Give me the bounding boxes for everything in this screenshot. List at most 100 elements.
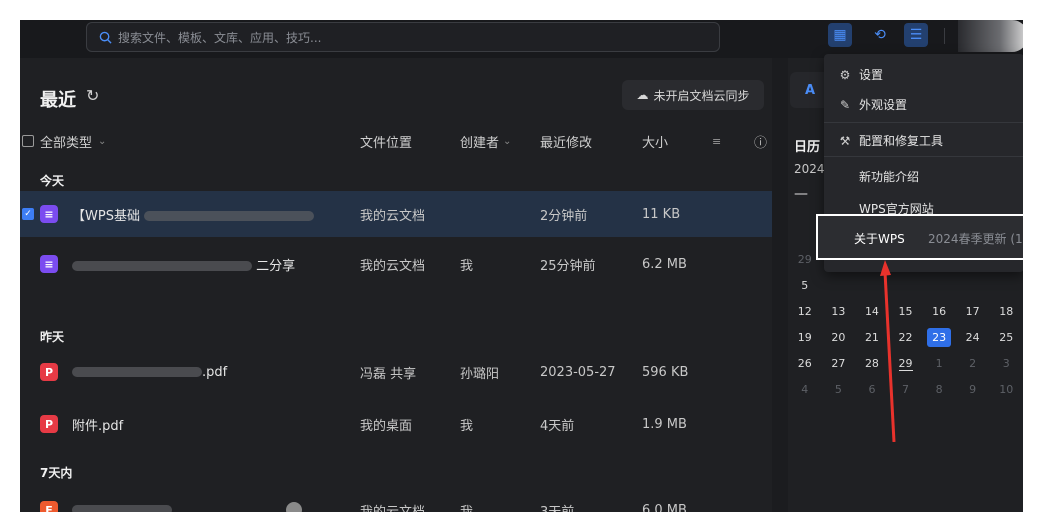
sort-icon[interactable]: ≡ <box>712 130 721 152</box>
menu-item-label: 配置和修复工具 <box>859 134 944 148</box>
calendar-day[interactable]: 25 <box>989 331 1023 344</box>
file-name <box>72 503 172 512</box>
refresh-icon[interactable]: ↻ <box>86 86 99 105</box>
file-name: .pdf <box>72 365 227 380</box>
apps-grid-icon[interactable]: ▦ <box>828 23 852 47</box>
type-filter[interactable]: 全部类型 ⌄ <box>22 130 106 152</box>
info-icon[interactable]: ⓘ <box>754 130 767 152</box>
menu-item-about[interactable]: 关于WPS 2024春季更新 (1638 <box>816 214 1023 260</box>
calendar-day[interactable]: 23 <box>922 327 956 347</box>
pdf-icon: P <box>40 415 58 433</box>
calendar-day[interactable]: 5 <box>822 383 856 396</box>
file-modified: 3天前 <box>540 504 575 513</box>
calendar-day[interactable]: 19 <box>788 331 822 344</box>
calendar-week-row: 12 13 14 15 16 17 18 <box>788 298 1023 324</box>
brush-icon: ✎ <box>839 97 851 112</box>
menu-item-label: 外观设置 <box>859 98 908 112</box>
gear-icon: ⚙ <box>839 67 851 82</box>
file-creator: 我 <box>460 418 474 434</box>
calendar-day[interactable]: 27 <box>822 357 856 370</box>
calendar-week-row: 5 <box>788 272 1023 298</box>
file-creator: 我 <box>460 258 474 274</box>
annotation-arrow-icon <box>880 260 896 442</box>
calendar-day[interactable]: 17 <box>956 305 990 318</box>
file-modified: 2023-05-27 <box>540 364 616 380</box>
menu-item-settings[interactable]: ⚙ 设置 <box>838 66 883 83</box>
calendar-collapse-icon[interactable]: — <box>794 186 808 202</box>
table-row[interactable]: ≡ 二分享 我的云文档 我 25分钟前 6.2 MB <box>20 241 772 287</box>
file-location: 我的云文档 <box>360 208 426 224</box>
file-size: 6.0 MB <box>642 502 687 513</box>
calendar-day[interactable]: 20 <box>822 331 856 344</box>
sync-icon[interactable]: ⟲ <box>868 23 892 47</box>
search-placeholder: 搜索文件、模板、文库、应用、技巧... <box>118 30 322 45</box>
document-icon: ≡ <box>40 255 58 273</box>
calendar-day[interactable]: 5 <box>788 279 822 292</box>
calendar-year: 2024 <box>794 162 825 176</box>
calendar-day[interactable]: 26 <box>788 357 822 370</box>
table-row[interactable]: ✓ ≡ 【WPS基础 我的云文档 2分钟前 11 KB <box>20 191 772 237</box>
avatar <box>286 502 302 512</box>
group-today: 今天 <box>40 174 65 188</box>
menu-divider <box>824 156 1023 157</box>
file-name: 附件.pdf <box>72 418 124 434</box>
top-bar: 搜索文件、模板、文库、应用、技巧... ▦ ⟲ ☰ <box>20 20 1023 58</box>
file-size: 11 KB <box>642 206 681 222</box>
pdf-icon: P <box>40 363 58 381</box>
file-modified: 25分钟前 <box>540 258 596 274</box>
file-size: 6.2 MB <box>642 256 687 272</box>
menu-divider <box>824 122 1023 123</box>
cloud-sync-button[interactable]: ☁ 未开启文档云同步 <box>622 80 764 110</box>
table-row[interactable]: P .pdf 冯磊 共享 孙璐阳 2023-05-27 596 KB <box>20 349 772 395</box>
calendar-day[interactable]: 24 <box>956 331 990 344</box>
page-title: 最近 <box>40 90 76 111</box>
calendar-day[interactable]: 12 <box>788 305 822 318</box>
column-modified[interactable]: 最近修改 <box>540 130 592 152</box>
calendar-day[interactable]: 2 <box>956 357 990 370</box>
menu-item-label: 设置 <box>859 68 884 82</box>
calendar-day[interactable]: 8 <box>922 383 956 396</box>
menu-item-repair[interactable]: ⚒ 配置和修复工具 <box>838 132 943 149</box>
calendar-day[interactable]: 3 <box>989 357 1023 370</box>
file-location: 我的云文档 <box>360 504 426 513</box>
group-week: 7天内 <box>40 466 73 480</box>
file-size: 596 KB <box>642 364 689 380</box>
calendar-day[interactable]: 4 <box>788 383 822 396</box>
file-location: 冯磊 共享 <box>360 366 417 382</box>
chevron-down-icon: ⌄ <box>98 135 107 147</box>
column-location[interactable]: 文件位置 <box>360 130 412 152</box>
calendar-day[interactable]: 13 <box>822 305 856 318</box>
table-row[interactable]: P 附件.pdf 我的桌面 我 4天前 1.9 MB <box>20 401 772 447</box>
toolbar-divider <box>944 28 945 44</box>
menu-icon[interactable]: ☰ <box>904 23 928 47</box>
group-yesterday: 昨天 <box>40 330 65 344</box>
calendar-week-row: 26 27 28 29 1 2 3 <box>788 350 1023 376</box>
calendar-week-row: 4 5 6 7 8 9 10 <box>788 376 1023 402</box>
menu-item-appearance[interactable]: ✎ 外观设置 <box>838 96 907 113</box>
menu-item-features[interactable]: 新功能介绍 <box>859 168 919 185</box>
menu-item-label: 新功能介绍 <box>859 170 920 184</box>
file-location: 我的桌面 <box>360 418 413 434</box>
search-input[interactable]: 搜索文件、模板、文库、应用、技巧... <box>86 22 720 52</box>
file-location: 我的云文档 <box>360 258 426 274</box>
cloud-sync-label: 未开启文档云同步 <box>653 88 750 103</box>
table-row[interactable]: F 我的云文档 我 3天前 6.0 MB <box>20 487 772 512</box>
select-all-checkbox[interactable] <box>22 135 34 147</box>
menu-item-label: 关于WPS <box>854 232 905 246</box>
calendar-day[interactable]: 9 <box>956 383 990 396</box>
wrench-icon: ⚒ <box>839 133 851 148</box>
calendar-week-row: 19 20 21 22 23 24 25 <box>788 324 1023 350</box>
column-creator[interactable]: 创建者 ⌄ <box>460 130 511 152</box>
calendar-day[interactable]: 18 <box>989 305 1023 318</box>
calendar-day[interactable]: 10 <box>989 383 1023 396</box>
column-size[interactable]: 大小 <box>642 130 668 152</box>
calendar-day[interactable]: 1 <box>922 357 956 370</box>
calendar-day[interactable]: 16 <box>922 305 956 318</box>
file-name: 【WPS基础 <box>72 205 315 224</box>
file-modified: 4天前 <box>540 418 575 434</box>
search-icon <box>99 31 112 44</box>
file-modified: 2分钟前 <box>540 208 588 224</box>
row-checkbox[interactable]: ✓ <box>22 208 34 220</box>
avatar[interactable] <box>958 20 1023 52</box>
presentation-icon: F <box>40 501 58 512</box>
